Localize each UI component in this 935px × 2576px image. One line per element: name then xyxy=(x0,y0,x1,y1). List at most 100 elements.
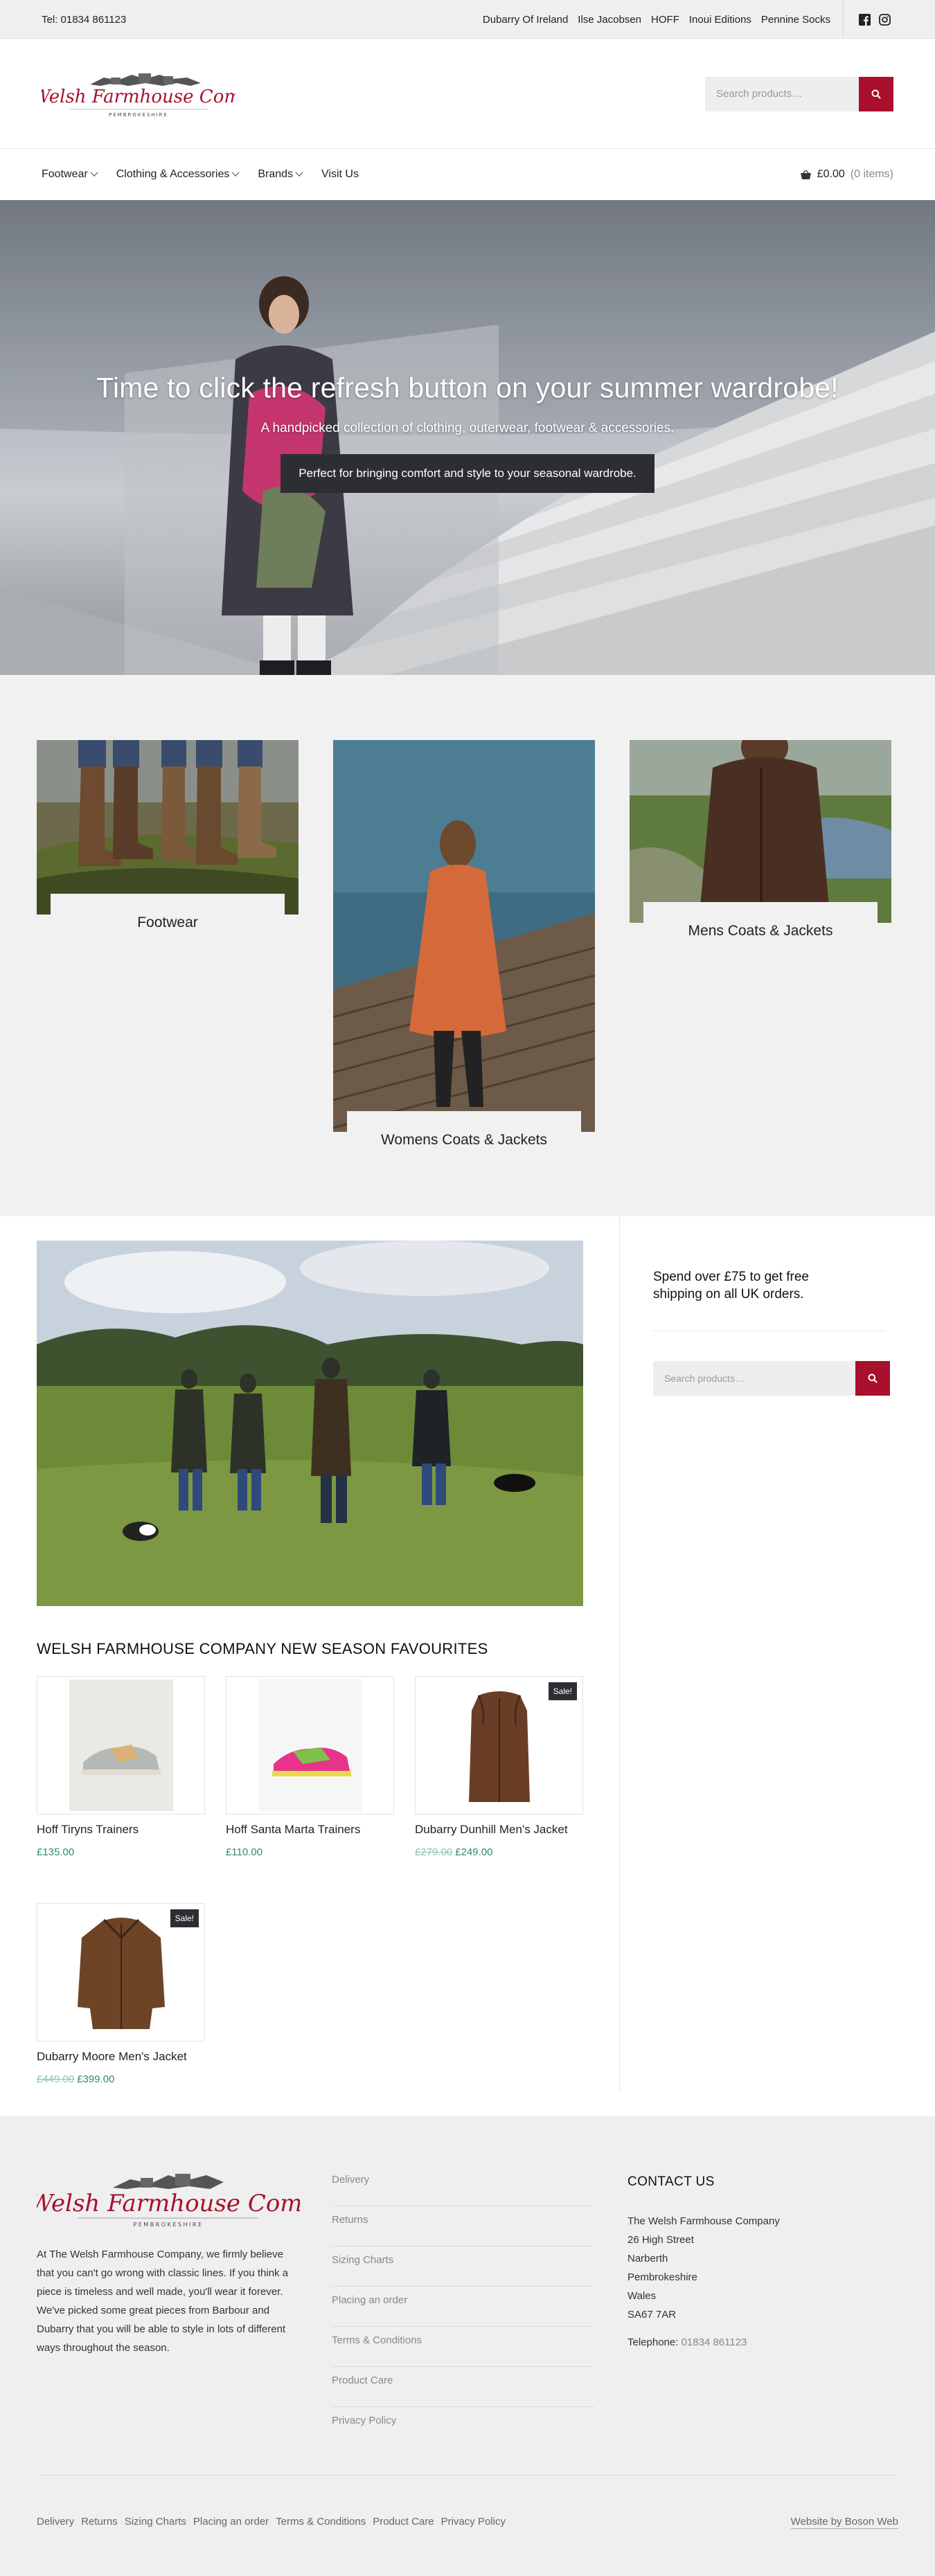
phone-number: Tel: 01834 861123 xyxy=(42,13,127,26)
product-card[interactable]: Sale! Dubarry Dunhill Men's Jacket £279.… xyxy=(415,1676,583,1858)
site-logo[interactable]: The Welsh Farmhouse Company PEMBROKESHIR… xyxy=(42,68,235,120)
bottom-link-placing-order[interactable]: Placing an order xyxy=(193,2516,269,2529)
brand-links: Dubarry Of Ireland Ilse Jacobsen HOFF In… xyxy=(483,14,843,26)
search-icon xyxy=(871,89,881,99)
bottom-link-product-care[interactable]: Product Care xyxy=(373,2516,434,2529)
product-image[interactable]: Sale! xyxy=(415,1676,583,1814)
product-price-current: £399.00 xyxy=(77,2073,115,2085)
brand-link-ilse-jacobsen[interactable]: Ilse Jacobsen xyxy=(578,14,641,26)
svg-text:PEMBROKESHIRE: PEMBROKESHIRE xyxy=(134,2222,204,2228)
product-image[interactable] xyxy=(226,1676,394,1814)
product-price-old: £449.00 xyxy=(37,2073,75,2085)
bottom-link-sizing-charts[interactable]: Sizing Charts xyxy=(125,2516,186,2529)
sidebar-search-button[interactable] xyxy=(855,1361,890,1396)
footer-link-returns[interactable]: Returns xyxy=(332,2206,595,2246)
section-title: WELSH FARMHOUSE COMPANY NEW SEASON FAVOU… xyxy=(37,1640,488,1657)
footer-link-privacy[interactable]: Privacy Policy xyxy=(332,2407,595,2447)
bottom-link-privacy[interactable]: Privacy Policy xyxy=(441,2516,506,2529)
search-icon xyxy=(868,1373,878,1383)
product-price-current: £110.00 xyxy=(226,1846,263,1858)
svg-text:The Welsh Farmhouse Company: The Welsh Farmhouse Company xyxy=(37,2190,300,2217)
social-links xyxy=(843,0,893,39)
instagram-icon[interactable] xyxy=(879,13,891,26)
free-shipping-notice: Spend over £75 to get free shipping on a… xyxy=(653,1270,809,1301)
footer-link-delivery[interactable]: Delivery xyxy=(332,2166,595,2206)
brand-link-inoui[interactable]: Inoui Editions xyxy=(689,14,751,26)
brand-link-dubarry[interactable]: Dubarry Of Ireland xyxy=(483,14,568,26)
hero-title: Time to click the refresh button on your… xyxy=(96,372,839,404)
contact-telephone: Telephone: 01834 861123 xyxy=(627,2336,891,2348)
product-price: £279.00 £249.00 xyxy=(415,1846,583,1858)
chevron-down-icon xyxy=(231,168,240,177)
footer-logo[interactable]: The Welsh Farmhouse Company PEMBROKESHIR… xyxy=(37,2168,300,2231)
category-image-womens-coats xyxy=(332,740,596,1132)
featured-banner-image[interactable] xyxy=(37,1241,583,1606)
product-name[interactable]: Hoff Santa Marta Trainers xyxy=(226,1823,394,1837)
hero-subtitle: A handpicked collection of clothing, out… xyxy=(260,421,675,435)
hero-cta-button[interactable]: Perfect for bringing comfort and style t… xyxy=(280,454,654,493)
telephone-link[interactable]: 01834 861123 xyxy=(682,2336,747,2348)
footer-about-text: At The Welsh Farmhouse Company, we firml… xyxy=(37,2249,289,2354)
sale-badge: Sale! xyxy=(548,1682,577,1700)
category-mens-coats[interactable]: Mens Coats & Jackets xyxy=(630,726,891,944)
footer-contact: CONTACT US The Welsh Farmhouse Company 2… xyxy=(627,2174,891,2348)
address-line: Pembrokeshire xyxy=(627,2271,697,2283)
nav-footwear[interactable]: Footwear xyxy=(42,168,98,181)
product-image[interactable]: Sale! xyxy=(37,1903,205,2042)
product-card[interactable]: Hoff Tiryns Trainers £135.00 xyxy=(37,1676,205,1858)
cart-count: (0 items) xyxy=(850,168,893,180)
footer-links: Delivery Returns Sizing Charts Placing a… xyxy=(332,2166,595,2447)
address-line: 26 High Street xyxy=(627,2234,694,2246)
search-button[interactable] xyxy=(859,76,893,111)
product-price-current: £249.00 xyxy=(455,1846,493,1858)
website-credit-link[interactable]: Website by Boson Web xyxy=(790,2516,898,2529)
product-image-santa-marta-trainers xyxy=(258,1679,362,1811)
address-line: Wales xyxy=(627,2290,657,2302)
address-line: SA67 7AR xyxy=(627,2309,677,2321)
svg-text:The Welsh Farmhouse Company: The Welsh Farmhouse Company xyxy=(42,87,235,107)
product-name[interactable]: Dubarry Moore Men's Jacket xyxy=(37,2050,205,2064)
product-card[interactable]: Sale! Dubarry Moore Men's Jacket £449.00… xyxy=(37,1903,205,2085)
footer-link-placing-order[interactable]: Placing an order xyxy=(332,2287,595,2327)
product-image[interactable] xyxy=(37,1676,205,1814)
facebook-icon[interactable] xyxy=(859,13,871,26)
category-label-womens-coats: Womens Coats & Jackets xyxy=(347,1111,581,1153)
product-card[interactable]: Hoff Santa Marta Trainers £110.00 xyxy=(226,1676,394,1858)
nav-clothing-accessories[interactable]: Clothing & Accessories xyxy=(116,168,240,181)
sidebar-search-input[interactable]: Search products… xyxy=(653,1361,855,1396)
bottom-link-terms[interactable]: Terms & Conditions xyxy=(276,2516,366,2529)
sidebar: Spend over £75 to get free shipping on a… xyxy=(619,1216,935,2093)
footer-bottom: Delivery Returns Sizing Charts Placing a… xyxy=(37,2475,898,2529)
nav-visit-us[interactable]: Visit Us xyxy=(321,168,359,181)
brand-link-hoff[interactable]: HOFF xyxy=(651,14,679,26)
category-label-mens-coats: Mens Coats & Jackets xyxy=(643,902,878,944)
address-line: The Welsh Farmhouse Company xyxy=(627,2215,780,2227)
product-name[interactable]: Dubarry Dunhill Men's Jacket xyxy=(415,1823,583,1837)
bottom-link-returns[interactable]: Returns xyxy=(81,2516,118,2529)
category-label-footwear: Footwear xyxy=(51,894,285,935)
product-price: £135.00 xyxy=(37,1846,205,1858)
product-image-moore-jacket xyxy=(77,1918,165,2029)
brand-link-pennine[interactable]: Pennine Socks xyxy=(761,14,830,26)
footer-link-sizing-charts[interactable]: Sizing Charts xyxy=(332,2246,595,2287)
top-bar: Tel: 01834 861123 Dubarry Of Ireland Ils… xyxy=(0,0,935,39)
bottom-link-delivery[interactable]: Delivery xyxy=(37,2516,74,2529)
cart-link[interactable]: £0.00 (0 items) xyxy=(800,168,893,181)
category-image-footwear xyxy=(37,740,299,915)
nav-brands[interactable]: Brands xyxy=(258,168,303,181)
address-line: Narberth xyxy=(627,2253,668,2264)
search-input[interactable]: Search products… xyxy=(705,76,859,111)
footer-link-terms[interactable]: Terms & Conditions xyxy=(332,2327,595,2367)
category-womens-coats[interactable]: Womens Coats & Jackets xyxy=(332,740,596,1153)
product-price-old: £279.00 xyxy=(415,1846,453,1858)
sale-badge: Sale! xyxy=(170,1909,199,1927)
footer-link-product-care[interactable]: Product Care xyxy=(332,2367,595,2407)
category-footwear[interactable]: Footwear xyxy=(37,740,299,935)
product-price: £110.00 xyxy=(226,1846,394,1858)
chevron-down-icon xyxy=(90,168,98,177)
product-name[interactable]: Hoff Tiryns Trainers xyxy=(37,1823,205,1837)
product-image-dunhill-jacket xyxy=(468,1691,530,1802)
product-image-tiryns-trainers xyxy=(69,1679,173,1811)
product-price-current: £135.00 xyxy=(37,1846,75,1858)
basket-icon xyxy=(800,170,811,179)
